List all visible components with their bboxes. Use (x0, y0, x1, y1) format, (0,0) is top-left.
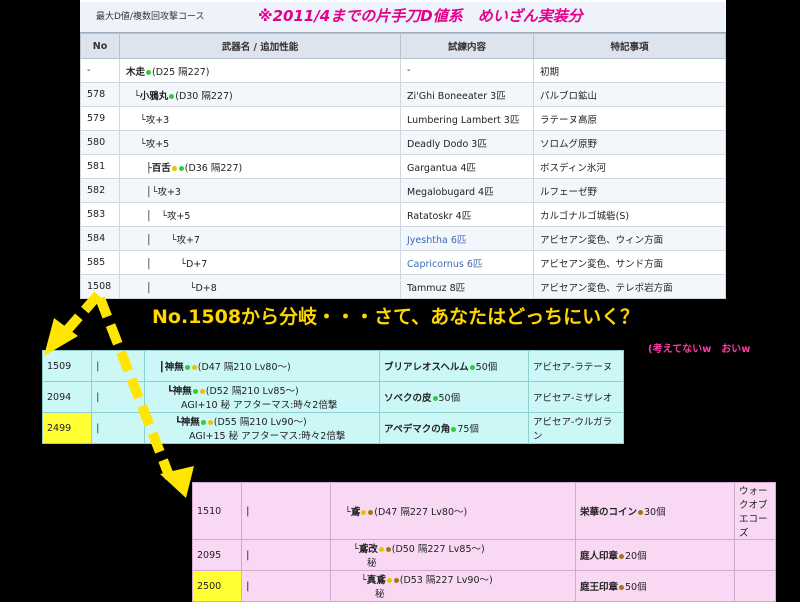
arrow-right (95, 296, 175, 480)
branch-arrows (44, 291, 194, 498)
